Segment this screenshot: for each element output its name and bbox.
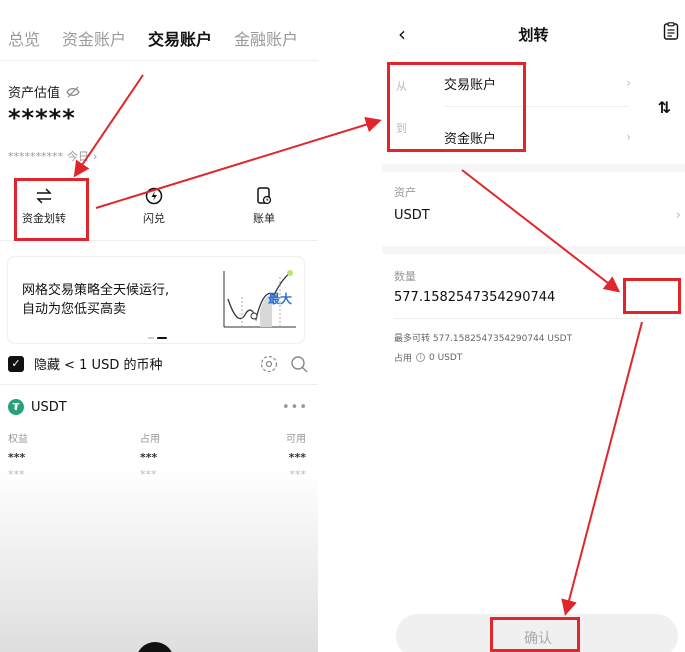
divider (394, 318, 678, 319)
equity-sub-value: *** (8, 468, 25, 481)
transfer-header: ‹ 划转 (382, 22, 685, 46)
hide-small-balances-row: ✓ 隐藏 < 1 USD 的币种 (8, 354, 308, 373)
asset-valuation-label: 资产估值 (8, 82, 80, 101)
asset-label-text: 资产估值 (8, 86, 61, 101)
equity-label: 权益 (8, 434, 28, 445)
available-label: 可用 (286, 434, 306, 445)
bill-button[interactable]: 账单 (253, 186, 275, 226)
highlight-box-max (623, 278, 681, 314)
available-value: *** (288, 451, 306, 464)
banner-line-2: 自动为您低买高卖 (22, 302, 127, 317)
occupied-column: 占用 *** *** (140, 430, 160, 481)
more-options-icon[interactable]: ••• (282, 400, 308, 415)
highlight-box-from-to (387, 62, 526, 152)
tab-overview[interactable]: 总览 (8, 26, 40, 50)
pnl-period: 今日 (67, 150, 89, 163)
banner-text: 网格交易策略全天候运行, 自动为您低买高卖 (22, 281, 202, 319)
account-tabs: 总览 资金账户 交易账户 金融账户 (8, 26, 318, 50)
banner-line-1: 网格交易策略全天候运行, (22, 283, 170, 298)
eye-hidden-icon[interactable] (66, 86, 80, 98)
tab-finance-account[interactable]: 金融账户 (234, 26, 298, 50)
flash-convert-button[interactable]: 闪兑 (143, 186, 165, 226)
today-pnl[interactable]: ********** 今日 › (8, 148, 97, 164)
coin-symbol: USDT (31, 399, 67, 415)
filter-icon[interactable] (260, 355, 278, 373)
tab-funding-account[interactable]: 资金账户 (62, 26, 126, 50)
chevron-right-icon: › (93, 149, 98, 163)
occupied-row: 占用 i 0 USDT (394, 351, 463, 365)
asset-field-value[interactable]: USDT (394, 208, 430, 223)
tether-icon: ₮ (8, 399, 24, 415)
chevron-right-icon: › (626, 130, 631, 144)
trading-account-screen: 总览 资金账户 交易账户 金融账户 资产估值 ***** ********** … (0, 0, 318, 652)
flash-convert-icon (144, 186, 164, 206)
floating-action-button[interactable] (136, 642, 174, 652)
section-gap (382, 246, 685, 254)
occupied-label: 占用 (394, 354, 413, 364)
flash-convert-label: 闪兑 (143, 212, 165, 225)
hide-small-label: 隐藏 < 1 USD 的币种 (34, 358, 163, 373)
carousel-dot-active (157, 337, 167, 339)
chevron-right-icon: › (675, 208, 681, 223)
available-column: 可用 *** *** (286, 430, 306, 481)
equity-value: *** (8, 451, 26, 464)
amount-input[interactable]: 577.1582547354290744 (394, 290, 555, 305)
page-title: 划转 (518, 26, 549, 44)
equity-column: 权益 *** *** (8, 430, 28, 481)
tab-trading-account[interactable]: 交易账户 (148, 26, 212, 50)
divider (0, 384, 318, 385)
highlight-box-transfer (14, 178, 89, 241)
max-transferable-text: 最多可转 577.1582547354290744 USDT (394, 334, 573, 344)
swap-icon[interactable]: ⇅ (658, 98, 671, 117)
occupied-sub-value: *** (140, 468, 157, 481)
occupied-label: 占用 (140, 434, 160, 445)
search-icon[interactable] (290, 355, 308, 373)
asset-field-label: 资产 (394, 186, 416, 199)
record-icon[interactable] (663, 22, 679, 40)
highlight-box-confirm (490, 617, 580, 652)
grid-trading-banner[interactable]: 网格交易策略全天候运行, 自动为您低买高卖 (7, 256, 305, 344)
divider (0, 60, 318, 61)
hide-small-checkbox[interactable]: ✓ (8, 355, 24, 372)
asset-value: ***** (8, 104, 76, 132)
section-gap (382, 164, 685, 172)
chevron-right-icon: › (626, 76, 631, 90)
pnl-masked: ********** (8, 149, 63, 163)
bill-label: 账单 (253, 212, 275, 225)
carousel-dots (148, 337, 167, 339)
available-sub-value: *** (289, 468, 307, 481)
occupied-value: *** (140, 451, 158, 464)
info-icon[interactable]: i (416, 353, 426, 362)
amount-field-label: 数量 (394, 270, 416, 283)
coin-row-usdt[interactable]: ₮ USDT ••• (8, 399, 308, 415)
occupied-value: 0 USDT (429, 352, 463, 363)
carousel-dot (148, 337, 154, 339)
bill-icon (254, 186, 274, 206)
max-button[interactable]: 最大 (268, 290, 292, 307)
